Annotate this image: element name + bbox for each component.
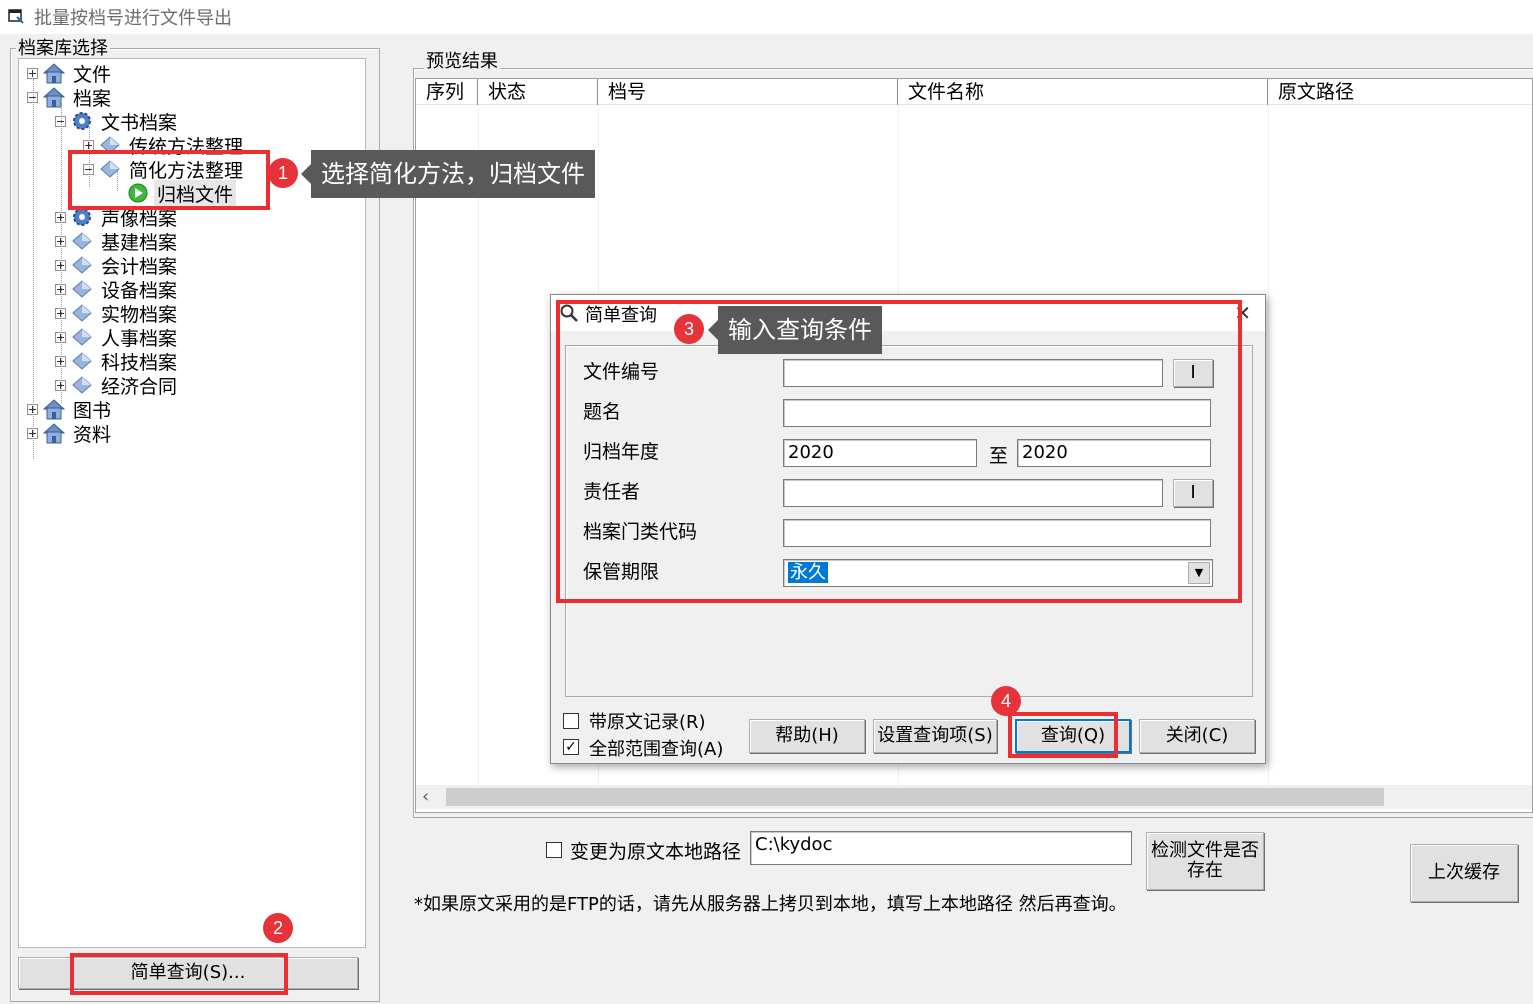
tree-item-label: 基建档案 [101, 231, 178, 254]
column-header-archive-no[interactable]: 档号 [598, 79, 898, 105]
highlight-box-2 [70, 953, 288, 995]
column-header-status[interactable]: 状态 [478, 79, 598, 105]
diamond-icon [70, 230, 94, 252]
tree-item-label: 资料 [73, 423, 112, 446]
last-cache-button[interactable]: 上次缓存 [1410, 844, 1518, 902]
window-title: 批量按档号进行文件导出 [34, 8, 232, 29]
tree-item-label: 文件 [73, 63, 112, 86]
change-path-label: 变更为原文本地路径 [570, 841, 742, 863]
tree-item[interactable]: 档案 [27, 85, 114, 110]
tree-item[interactable]: 实物档案 [55, 301, 180, 326]
all-scope-label: 全部范围查询(A) [589, 739, 724, 760]
tree-item-label: 实物档案 [101, 303, 178, 326]
grid-line [478, 105, 479, 785]
tree-item-label: 科技档案 [101, 351, 178, 374]
horizontal-scrollbar[interactable]: ‹ [416, 785, 1532, 809]
highlight-box-3 [556, 300, 1242, 603]
tree-item[interactable]: 文书档案 [55, 109, 180, 134]
step-badge-2: 2 [263, 913, 293, 943]
all-scope-checkbox[interactable]: ✓ [563, 739, 579, 755]
step-badge-4: 4 [991, 686, 1021, 716]
ftp-note: *如果原文采用的是FTP的话，请先从服务器上拷贝到本地，填写上本地路径 然后再查… [414, 894, 1127, 915]
tree-connector [61, 103, 62, 403]
local-path-input[interactable]: C:\kydoc [750, 831, 1132, 865]
tree-item-label: 图书 [73, 399, 112, 422]
tree-item[interactable]: 经济合同 [55, 373, 180, 398]
tree-item[interactable]: 设备档案 [55, 277, 180, 302]
tree-item[interactable]: 会计档案 [55, 253, 180, 278]
query-settings-button[interactable]: 设置查询项(S) [873, 719, 997, 753]
change-path-checkbox[interactable] [546, 842, 562, 858]
scroll-thumb[interactable] [446, 788, 1384, 806]
last-cache-label: 上次缓存 [1428, 862, 1500, 883]
diamond-icon [70, 374, 94, 396]
tree-item[interactable]: 科技档案 [55, 349, 180, 374]
step-badge-3: 3 [674, 314, 704, 344]
column-header-index[interactable]: 序列 [416, 79, 478, 105]
column-header-original-path[interactable]: 原文路径 [1268, 79, 1532, 105]
highlight-box-4 [1008, 712, 1118, 758]
tree-item[interactable]: 人事档案 [55, 325, 180, 350]
tree-connector [33, 79, 34, 459]
help-button[interactable]: 帮助(H) [749, 719, 865, 753]
house-icon [42, 62, 66, 84]
preview-title: 预览结果 [424, 51, 500, 72]
expand-icon[interactable] [27, 67, 38, 79]
check-files-button[interactable]: 检测文件是否存在 [1146, 832, 1264, 890]
diamond-icon [70, 254, 94, 276]
diamond-icon [70, 350, 94, 372]
archive-select-title: 档案库选择 [16, 38, 110, 59]
tree-item-label: 人事档案 [101, 327, 178, 350]
tree-item-label: 经济合同 [101, 375, 178, 398]
tree-item[interactable]: 基建档案 [55, 229, 180, 254]
step-badge-1: 1 [268, 158, 298, 188]
app-icon [8, 9, 24, 24]
callout-3: 输入查询条件 [708, 306, 882, 354]
tree-item-label: 会计档案 [101, 255, 178, 278]
diamond-icon [70, 326, 94, 348]
tree-item[interactable]: 图书 [27, 397, 114, 422]
grid-line [1268, 105, 1269, 785]
tree-item-label: 档案 [73, 87, 112, 110]
tree-item-label: 文书档案 [101, 111, 178, 134]
window-titlebar: 批量按档号进行文件导出 [0, 0, 1533, 34]
scroll-left-icon[interactable]: ‹ [422, 785, 429, 809]
column-header-file-name[interactable]: 文件名称 [898, 79, 1268, 105]
tree-item[interactable]: 资料 [27, 421, 114, 446]
gear-icon [70, 110, 94, 132]
tree-item-label: 设备档案 [101, 279, 178, 302]
with-original-checkbox[interactable] [563, 713, 579, 729]
highlight-box-1 [68, 150, 270, 210]
callout-1: 选择简化方法，归档文件 [301, 150, 595, 198]
diamond-icon [70, 278, 94, 300]
diamond-icon [70, 302, 94, 324]
tree-item[interactable]: 文件 [27, 61, 114, 86]
list-header: 序列 状态 档号 文件名称 原文路径 [416, 79, 1532, 105]
house-icon [42, 86, 66, 108]
with-original-label: 带原文记录(R) [589, 712, 706, 733]
house-icon [42, 422, 66, 444]
close-button[interactable]: 关闭(C) [1139, 719, 1255, 753]
house-icon [42, 398, 66, 420]
check-files-label: 检测文件是否存在 [1151, 840, 1259, 881]
